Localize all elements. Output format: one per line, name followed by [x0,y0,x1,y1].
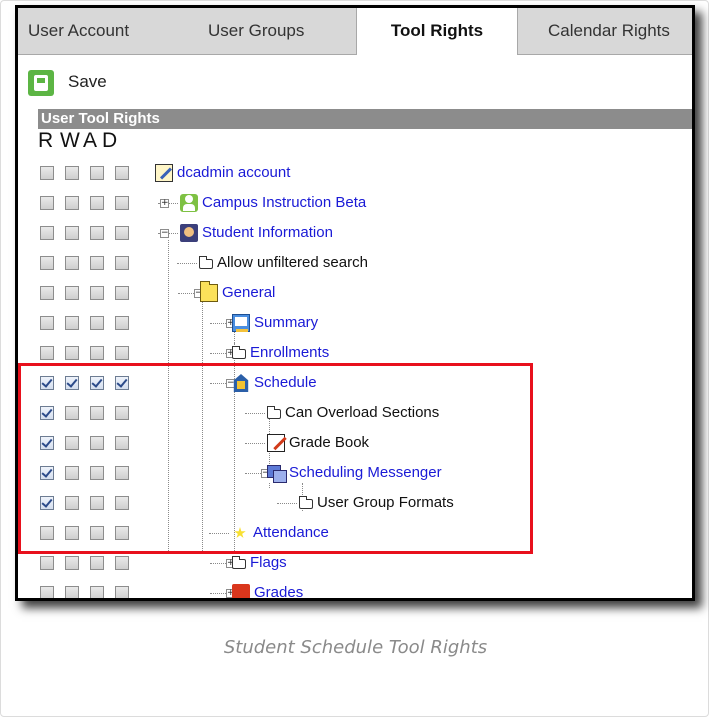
checkbox-delete[interactable] [115,316,129,330]
checkbox-delete[interactable] [115,586,129,598]
checkbox-read[interactable] [40,196,54,210]
checkbox-read[interactable] [40,166,54,180]
tree-node-label[interactable]: General [222,284,275,302]
checkbox-write[interactable] [65,196,79,210]
checkbox-read[interactable] [40,316,54,330]
checkbox-add[interactable] [90,256,104,270]
tree-node-label[interactable]: Student Information [202,224,333,242]
checkbox-add[interactable] [90,166,104,180]
checkbox-write[interactable] [65,316,79,330]
column-header-w: W [60,129,80,152]
folder-icon [200,281,218,302]
summary-icon [232,314,250,332]
column-header-a: A [83,129,98,152]
checkbox-add[interactable] [90,286,104,300]
column-header-d: D [102,129,118,152]
tree-node-label: Allow unfiltered search [217,254,368,271]
checkbox-delete[interactable] [115,196,129,210]
tab-tool-rights[interactable]: Tool Rights [356,8,518,55]
student-information-icon [180,224,198,242]
checkbox-read[interactable] [40,286,54,300]
checkbox-read[interactable] [40,556,54,570]
checkbox-add[interactable] [90,226,104,240]
tree-node-label[interactable]: Enrollments [250,344,329,362]
checkbox-add[interactable] [90,316,104,330]
tool-rights-screenshot: User Account User Groups Tool Rights Cal… [15,5,695,601]
checkbox-delete[interactable] [115,286,129,300]
checkbox-delete[interactable] [115,346,129,360]
checkbox-add[interactable] [90,586,104,598]
section-header: User Tool Rights [38,109,692,129]
checkbox-write[interactable] [65,166,79,180]
checkbox-write[interactable] [65,346,79,360]
checkbox-read[interactable] [40,346,54,360]
checkbox-write[interactable] [65,556,79,570]
schedule-highlight-box [18,363,533,554]
checkbox-read[interactable] [40,256,54,270]
expand-icon[interactable]: + [160,199,169,208]
checkbox-write[interactable] [65,586,79,598]
tab-user-account[interactable]: User Account [28,8,129,54]
image-caption: Student Schedule Tool Rights [223,637,488,658]
leaf-item-icon [199,256,213,269]
account-icon [155,164,173,182]
checkbox-read[interactable] [40,226,54,240]
save-label: Save [68,72,107,91]
checkbox-add[interactable] [90,346,104,360]
tab-bar: User Account User Groups Tool Rights Cal… [18,8,692,55]
checkbox-add[interactable] [90,196,104,210]
leaf-item-icon [232,346,246,359]
checkbox-delete[interactable] [115,556,129,570]
campus-instruction-icon [180,194,198,212]
tab-calendar-rights[interactable]: Calendar Rights [548,8,670,54]
checkbox-add[interactable] [90,556,104,570]
tab-user-groups[interactable]: User Groups [208,8,304,54]
checkbox-write[interactable] [65,256,79,270]
checkbox-write[interactable] [65,226,79,240]
checkbox-delete[interactable] [115,166,129,180]
column-header-r: R [38,129,54,152]
save-icon [28,70,54,96]
leaf-item-icon [232,556,246,569]
checkbox-delete[interactable] [115,226,129,240]
tree-node-label[interactable]: dcadmin account [177,164,290,182]
tree-node-label[interactable]: Summary [254,314,318,332]
collapse-icon[interactable]: − [160,229,169,238]
checkbox-read[interactable] [40,586,54,598]
grades-icon [232,584,250,598]
tree-node-label[interactable]: Grades [254,584,303,598]
image-card: User Account User Groups Tool Rights Cal… [0,0,709,717]
tree-node-label[interactable]: Campus Instruction Beta [202,194,366,212]
tree-guide-line [177,263,197,264]
checkbox-write[interactable] [65,286,79,300]
checkbox-delete[interactable] [115,256,129,270]
tree-node-label[interactable]: Flags [250,554,287,572]
